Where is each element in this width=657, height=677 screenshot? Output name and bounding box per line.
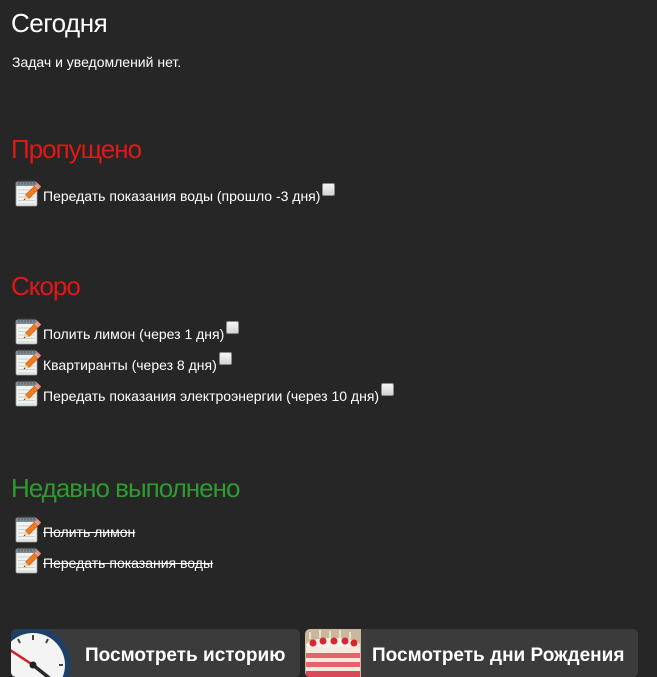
done-heading: Недавно выполнено: [11, 473, 240, 503]
notepad-pencil-icon: [13, 378, 41, 408]
notepad-pencil-icon: [13, 347, 41, 377]
today-heading: Сегодня: [11, 8, 108, 38]
task-item: Квартиранты (через 8 дня): [13, 347, 232, 377]
notepad-pencil-icon: [13, 514, 41, 544]
soon-heading: Скоро: [11, 271, 81, 301]
done-task-item: Передать показания воды: [13, 545, 213, 575]
view-birthdays-label: Посмотреть дни Рождения: [372, 645, 625, 666]
task-checkbox[interactable]: [218, 351, 232, 365]
task-checkbox[interactable]: [226, 320, 240, 334]
task-checkbox[interactable]: [322, 182, 336, 196]
task-item: Передать показания воды (прошло -3 дня): [13, 178, 336, 208]
notepad-pencil-icon: [13, 316, 41, 346]
notepad-pencil-icon: [13, 178, 41, 208]
notepad-pencil-icon: [13, 545, 41, 575]
done-task-item: Полить лимон: [13, 514, 135, 544]
missed-heading: Пропущено: [11, 134, 142, 164]
task-label: Полить лимон: [43, 524, 136, 540]
task-checkbox[interactable]: [381, 382, 395, 396]
task-label: Передать показания воды (прошло -3 дня): [43, 188, 321, 204]
task-item: Передать показания электроэнергии (через…: [13, 378, 395, 408]
view-history-label: Посмотреть историю: [85, 645, 286, 666]
task-item: Полить лимон (через 1 дня): [13, 316, 240, 346]
task-label: Квартиранты (через 8 дня): [43, 357, 217, 373]
task-label: Передать показания электроэнергии (через…: [43, 388, 380, 404]
task-label: Полить лимон (через 1 дня): [43, 326, 225, 342]
today-empty-note: Задач и уведомлений нет.: [12, 54, 182, 70]
task-label: Передать показания воды: [43, 555, 214, 571]
